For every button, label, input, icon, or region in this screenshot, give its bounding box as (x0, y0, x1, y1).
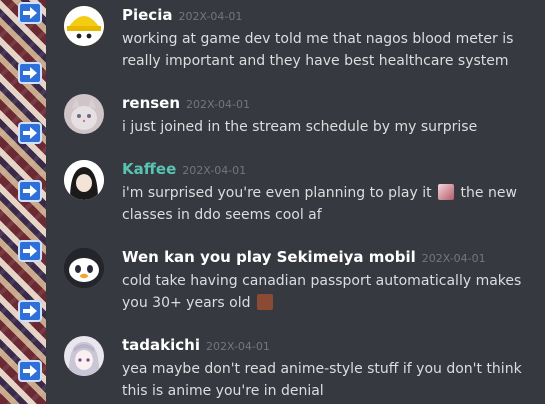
penguin-avatar[interactable] (64, 248, 104, 288)
message-item[interactable]: Piecia 202X-04-01 working at game dev tol… (64, 6, 545, 70)
decorative-sidebar-strip (0, 0, 46, 404)
message-item[interactable]: tadakichi 202X-04-01 yea maybe don't read… (64, 336, 545, 400)
blue-arrow-icon (18, 300, 42, 322)
message-content: yea maybe don't read anime-style stuff i… (122, 361, 522, 399)
message-author[interactable]: tadakichi 202X-04-01 (122, 336, 270, 354)
message-item[interactable]: Kaffee 202X-04-01 i'm surprised you're ev… (64, 160, 545, 224)
message-author[interactable]: Wen kan you play Sekimeiya mobil 202X-04-… (122, 248, 486, 266)
silver-hair-avatar[interactable] (64, 336, 104, 376)
chat-view: Piecia 202X-04-01 working at game dev tol… (0, 0, 545, 404)
blue-arrow-icon (18, 180, 42, 202)
blue-arrow-icon (18, 122, 42, 144)
message-text: i'm surprised you're even planning to pl… (122, 185, 432, 201)
message-author[interactable]: rensen 202X-04-01 (122, 94, 250, 112)
blue-arrow-icon (18, 360, 42, 382)
anime-face-emoji[interactable] (438, 184, 455, 200)
message-timestamp: 202X-04-01 (178, 10, 243, 23)
dark-hair-avatar[interactable] (64, 160, 104, 200)
message-content: i just joined in the stream schedule by … (122, 119, 478, 135)
blue-arrow-icon (18, 240, 42, 262)
message-author[interactable]: Piecia 202X-04-01 (122, 6, 242, 24)
message-text: cold take having canadian passport autom… (122, 273, 522, 311)
author-name[interactable]: Kaffee (122, 160, 176, 178)
message-content: working at game dev told me that nagos b… (122, 31, 514, 69)
message-content: i'm surprised you're even planning to pl… (122, 182, 537, 226)
message-item[interactable]: Wen kan you play Sekimeiya mobil 202X-04-… (64, 248, 545, 312)
author-name[interactable]: Piecia (122, 6, 172, 24)
author-name[interactable]: tadakichi (122, 336, 200, 354)
message-author[interactable]: Kaffee 202X-04-01 (122, 160, 246, 178)
brown-emote-emoji[interactable] (256, 294, 273, 310)
yellow-hardhat-avatar[interactable] (64, 6, 104, 46)
author-name[interactable]: Wen kan you play Sekimeiya mobil (122, 248, 416, 266)
cat-photo-avatar[interactable] (64, 94, 104, 134)
message-item[interactable]: rensen 202X-04-01 i just joined in the st… (64, 94, 545, 138)
blue-arrow-icon (18, 62, 42, 84)
message-timestamp: 202X-04-01 (421, 252, 486, 265)
author-name[interactable]: rensen (122, 94, 180, 112)
message-content: cold take having canadian passport autom… (122, 270, 537, 314)
blue-arrow-icon (18, 2, 42, 24)
message-timestamp: 202X-04-01 (182, 164, 247, 177)
message-timestamp: 202X-04-01 (205, 340, 270, 353)
message-timestamp: 202X-04-01 (186, 98, 250, 111)
